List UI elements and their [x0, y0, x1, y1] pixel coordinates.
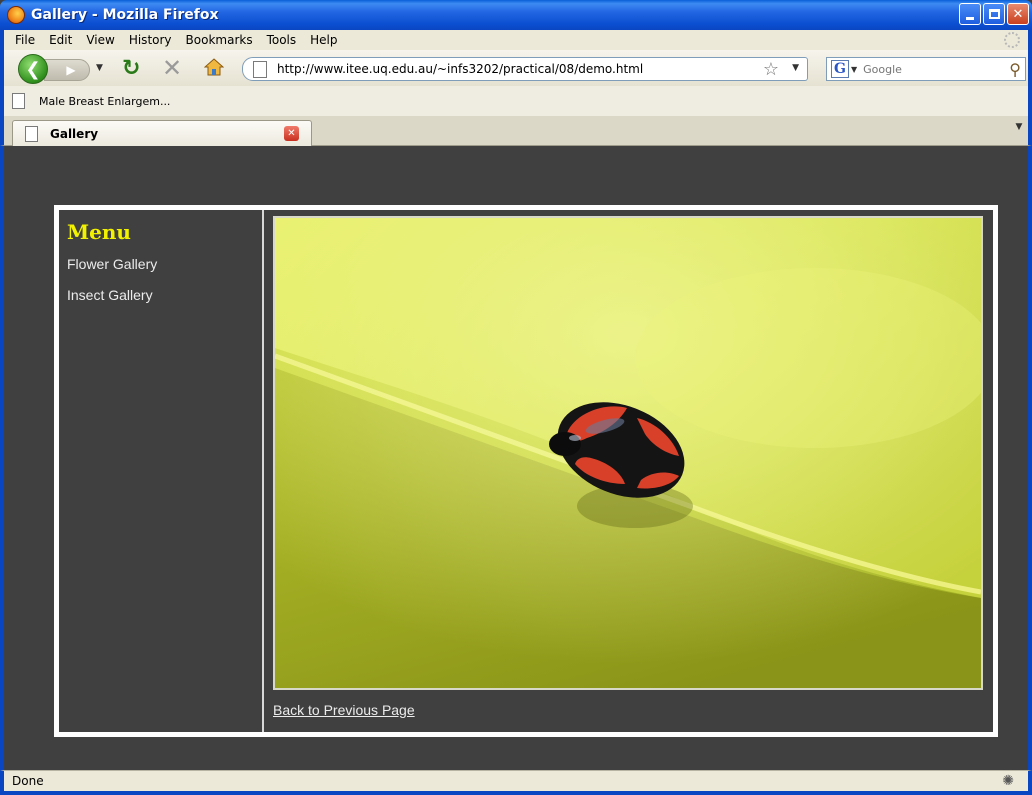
- status-text: Done: [12, 774, 44, 788]
- page-icon: [253, 60, 267, 78]
- search-box[interactable]: G ▼ ⚲: [826, 57, 1026, 81]
- title-bar: Gallery - Mozilla Firefox ✕: [0, 0, 1032, 30]
- star-icon[interactable]: ☆: [763, 59, 779, 80]
- flower-gallery-link[interactable]: Flower Gallery: [67, 256, 157, 272]
- side-menu: Menu Flower Gallery Insect Gallery: [59, 210, 264, 732]
- maximize-button[interactable]: [983, 3, 1005, 25]
- close-icon[interactable]: ✕: [284, 126, 299, 141]
- back-to-previous-link[interactable]: Back to Previous Page: [273, 702, 415, 718]
- menu-help[interactable]: Help: [303, 33, 344, 47]
- bookmarks-toolbar: Male Breast Enlargem...: [0, 86, 1032, 116]
- menu-view[interactable]: View: [79, 33, 121, 47]
- minimize-button[interactable]: [959, 3, 981, 25]
- back-arrow-icon: ❮: [25, 58, 41, 80]
- navigation-toolbar: ▶ ❮ ▼ ↻ ✕ http://www.itee.uq.edu.au/~inf…: [0, 50, 1032, 86]
- reload-icon[interactable]: ↻: [122, 56, 140, 81]
- bookmark-item[interactable]: Male Breast Enlargem...: [39, 95, 170, 108]
- back-button[interactable]: ❮: [18, 54, 48, 84]
- menu-file[interactable]: File: [8, 33, 42, 47]
- ladybug-image: [275, 218, 981, 688]
- close-window-button[interactable]: ✕: [1007, 3, 1029, 25]
- magnifier-icon[interactable]: ⚲: [1009, 60, 1021, 79]
- status-bar: Done ✺: [0, 770, 1032, 795]
- menu-heading: Menu: [67, 220, 131, 244]
- tab-bar: Gallery ✕ ▼: [0, 116, 1032, 146]
- bug-icon[interactable]: ✺: [1002, 773, 1014, 789]
- main-area: Back to Previous Page: [273, 216, 985, 728]
- tab-page-icon: [25, 125, 38, 142]
- ladybug-photo: [273, 216, 983, 690]
- url-dropdown-icon[interactable]: ▼: [792, 63, 799, 73]
- search-engine-dropdown-icon[interactable]: ▼: [851, 65, 857, 74]
- url-text[interactable]: http://www.itee.uq.edu.au/~infs3202/prac…: [277, 62, 643, 76]
- bookmark-page-icon: [12, 93, 25, 109]
- search-input[interactable]: [863, 62, 994, 76]
- forward-button[interactable]: ▶: [44, 59, 90, 81]
- home-icon[interactable]: [204, 58, 224, 76]
- tab-list-dropdown-icon[interactable]: ▼: [1012, 122, 1026, 140]
- menu-tools[interactable]: Tools: [260, 33, 304, 47]
- insect-gallery-link[interactable]: Insect Gallery: [67, 287, 153, 303]
- tab-label: Gallery: [50, 126, 99, 141]
- stop-icon[interactable]: ✕: [162, 54, 182, 82]
- firefox-icon: [7, 6, 25, 24]
- page-content: Menu Flower Gallery Insect Gallery Back …: [0, 146, 1032, 770]
- url-bar[interactable]: http://www.itee.uq.edu.au/~infs3202/prac…: [242, 57, 808, 81]
- menu-edit[interactable]: Edit: [42, 33, 79, 47]
- menu-bookmarks[interactable]: Bookmarks: [179, 33, 260, 47]
- window-title: Gallery - Mozilla Firefox: [31, 7, 219, 23]
- forward-arrow-icon: ▶: [66, 63, 76, 77]
- menu-history[interactable]: History: [122, 33, 179, 47]
- menu-bar: File Edit View History Bookmarks Tools H…: [0, 30, 1032, 50]
- window-controls: ✕: [959, 3, 1029, 25]
- gallery-frame: Menu Flower Gallery Insect Gallery Back …: [54, 205, 998, 737]
- google-icon[interactable]: G: [831, 60, 849, 78]
- history-dropdown-icon[interactable]: ▼: [96, 63, 103, 73]
- tab-gallery[interactable]: Gallery ✕: [12, 120, 312, 146]
- throbber-icon: [1004, 32, 1020, 48]
